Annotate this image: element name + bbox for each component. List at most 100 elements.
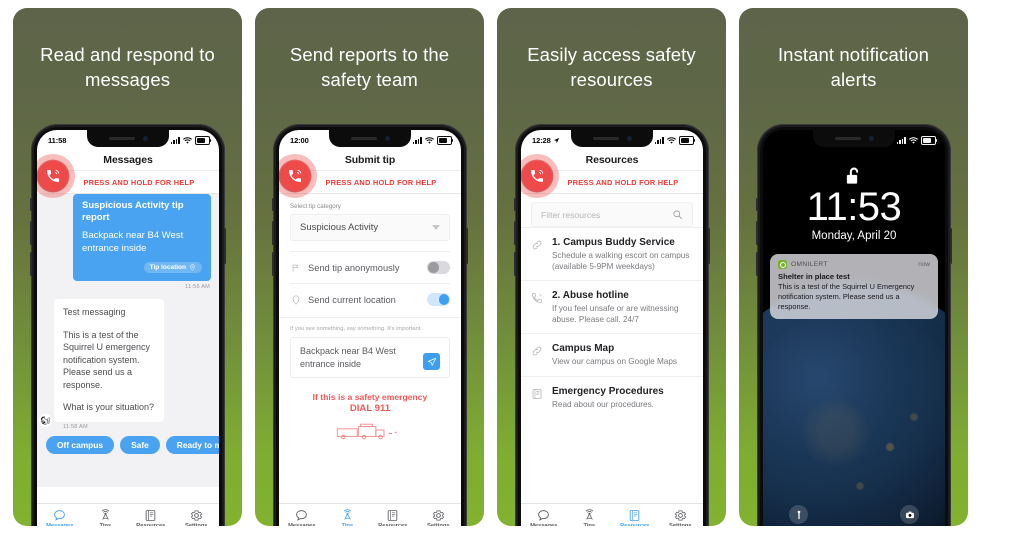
resource-title: 1. Campus Buddy Service — [552, 237, 675, 248]
battery-icon — [921, 136, 938, 145]
resource-title: Emergency Procedures — [552, 385, 664, 397]
notification-title: Shelter in place test — [778, 272, 850, 281]
location-pin-icon — [290, 294, 301, 305]
resource-item[interactable]: 1. Campus Buddy Service Schedule a walki… — [521, 227, 703, 280]
emergency-vehicles-illustration — [279, 419, 461, 441]
fire-truck-icon — [336, 423, 397, 440]
front-camera-icon — [142, 136, 148, 141]
omnilert-app-icon — [778, 260, 787, 269]
app-store-screenshot-gallery: Read and respond to messages 11:58 Messa… — [0, 0, 1024, 534]
resources-list[interactable]: Filter resources 1. Campus Buddy Service… — [521, 194, 703, 487]
volume-down-button — [30, 252, 32, 276]
quick-reply-button[interactable]: Off campus — [46, 435, 115, 454]
tab-resources[interactable]: Resources — [370, 509, 416, 526]
notification-body: This is a test of the Squirrel U Emergen… — [778, 282, 915, 311]
phone-notch — [329, 130, 411, 147]
lock-screen-bottom: Swipe up to open — [763, 500, 945, 526]
lock-screen: 11:53 Monday, April 20 OMNILERT now Shel… — [763, 130, 945, 526]
phone-screen: 11:53 Monday, April 20 OMNILERT now Shel… — [763, 130, 945, 526]
tab-messages[interactable]: Messages — [279, 509, 325, 526]
filter-placeholder: Filter resources — [541, 209, 601, 220]
tab-resources[interactable]: Resources — [612, 509, 658, 526]
tip-category-select[interactable]: Suspicious Activity — [290, 214, 450, 241]
sos-button-core — [522, 161, 552, 191]
lock-time: 11:53 — [806, 185, 902, 229]
resource-title: 2. Abuse hotline — [552, 290, 629, 302]
wifi-icon — [425, 136, 434, 144]
earpiece-speaker — [108, 137, 135, 140]
anonymous-toggle[interactable] — [427, 261, 450, 274]
wifi-icon — [909, 136, 918, 144]
tab-resources[interactable]: Resources — [128, 509, 174, 526]
gear-icon — [674, 510, 686, 521]
phone-mockup: 11:58 Messages PRESS AND HOLD FOR HELP S… — [30, 124, 226, 526]
notification-app-name: OMNILERT — [791, 261, 828, 268]
emergency-line-2: DIAL 911 — [349, 403, 391, 414]
tab-messages[interactable]: Messages — [521, 509, 567, 526]
status-indicators — [896, 136, 938, 145]
status-indicators — [654, 136, 696, 145]
avatar: 🐿 — [39, 413, 52, 427]
setting-row-anonymous[interactable]: Send tip anonymously — [290, 251, 450, 283]
front-camera-icon — [868, 136, 874, 141]
notification-banner[interactable]: OMNILERT now Shelter in place test This … — [770, 254, 938, 320]
tip-text-field[interactable]: Backpack near B4 West entrance inside — [290, 337, 450, 378]
emergency-notice: If this is a safety emergency DIAL 911 — [279, 378, 461, 415]
wifi-icon — [183, 136, 192, 144]
tip-location-badge[interactable]: Tip location — [143, 262, 202, 273]
phone-notch — [813, 130, 895, 147]
message-paragraph: What is your situation? — [63, 402, 155, 412]
volume-up-button — [272, 221, 274, 245]
volume-down-button — [272, 252, 274, 276]
panel-headline: Easily access safety resources — [527, 44, 696, 90]
location-arrow-icon — [553, 137, 559, 144]
document-icon — [145, 510, 156, 521]
phone-notch — [571, 130, 653, 147]
document-icon — [387, 510, 398, 521]
earpiece-speaker — [834, 137, 861, 140]
wifi-icon — [667, 136, 676, 144]
chat-bubble-icon — [538, 510, 550, 521]
volume-up-button — [30, 221, 32, 245]
page-title: Resources — [585, 153, 639, 166]
resource-item[interactable]: Emergency Procedures Read about our proc… — [521, 375, 703, 419]
camera-button[interactable] — [900, 505, 919, 524]
phone-mockup: 11:53 Monday, April 20 OMNILERT now Shel… — [756, 124, 952, 526]
gear-icon — [190, 510, 202, 521]
tab-tips[interactable]: Tips — [325, 509, 371, 526]
resource-item[interactable]: 2. Abuse hotline If you feel unsafe or a… — [521, 280, 703, 333]
filter-resources-input[interactable]: Filter resources — [531, 202, 693, 227]
tab-settings[interactable]: Settings — [416, 509, 462, 526]
status-indicators — [412, 136, 454, 145]
quick-reply-button[interactable]: Safe — [120, 435, 160, 454]
resource-item[interactable]: Campus Map View our campus on Google Map… — [521, 333, 703, 376]
tab-settings[interactable]: Settings — [174, 509, 220, 526]
chat-bubble-icon — [54, 510, 66, 521]
tab-bar: Messages Tips Resources Settings — [521, 503, 703, 526]
panel-notification-alert: Instant notification alerts 11:53 Monday… — [739, 8, 968, 526]
send-paper-plane-icon — [427, 357, 436, 366]
quick-reply-button[interactable]: Ready to move — [165, 435, 219, 454]
send-button[interactable] — [423, 353, 440, 370]
tab-label: Tips — [99, 523, 112, 526]
battery-icon — [679, 136, 696, 145]
tab-label: Resources — [378, 523, 408, 526]
message-list[interactable]: Suspicious Activity tip report Backpack … — [37, 194, 219, 487]
tip-text-value: Backpack near B4 West entrance inside — [300, 346, 396, 369]
setting-row-location[interactable]: Send current location — [290, 283, 450, 315]
message-title: Suspicious Activity tip report — [82, 200, 184, 223]
flashlight-button[interactable] — [789, 505, 808, 524]
phone-ring-icon — [531, 169, 544, 182]
location-toggle[interactable] — [427, 293, 450, 306]
tab-tips[interactable]: Tips — [567, 509, 613, 526]
phone-notch — [87, 130, 169, 147]
tab-tips[interactable]: Tips — [83, 509, 129, 526]
power-button — [224, 228, 226, 264]
tab-label: Settings — [427, 523, 450, 526]
tab-messages[interactable]: Messages — [37, 509, 83, 526]
status-time: 12:28 — [532, 136, 551, 145]
tab-settings[interactable]: Settings — [658, 509, 704, 526]
message-timestamp: 11:56 AM — [185, 284, 210, 290]
mute-switch — [272, 198, 274, 211]
earpiece-speaker — [592, 137, 619, 140]
